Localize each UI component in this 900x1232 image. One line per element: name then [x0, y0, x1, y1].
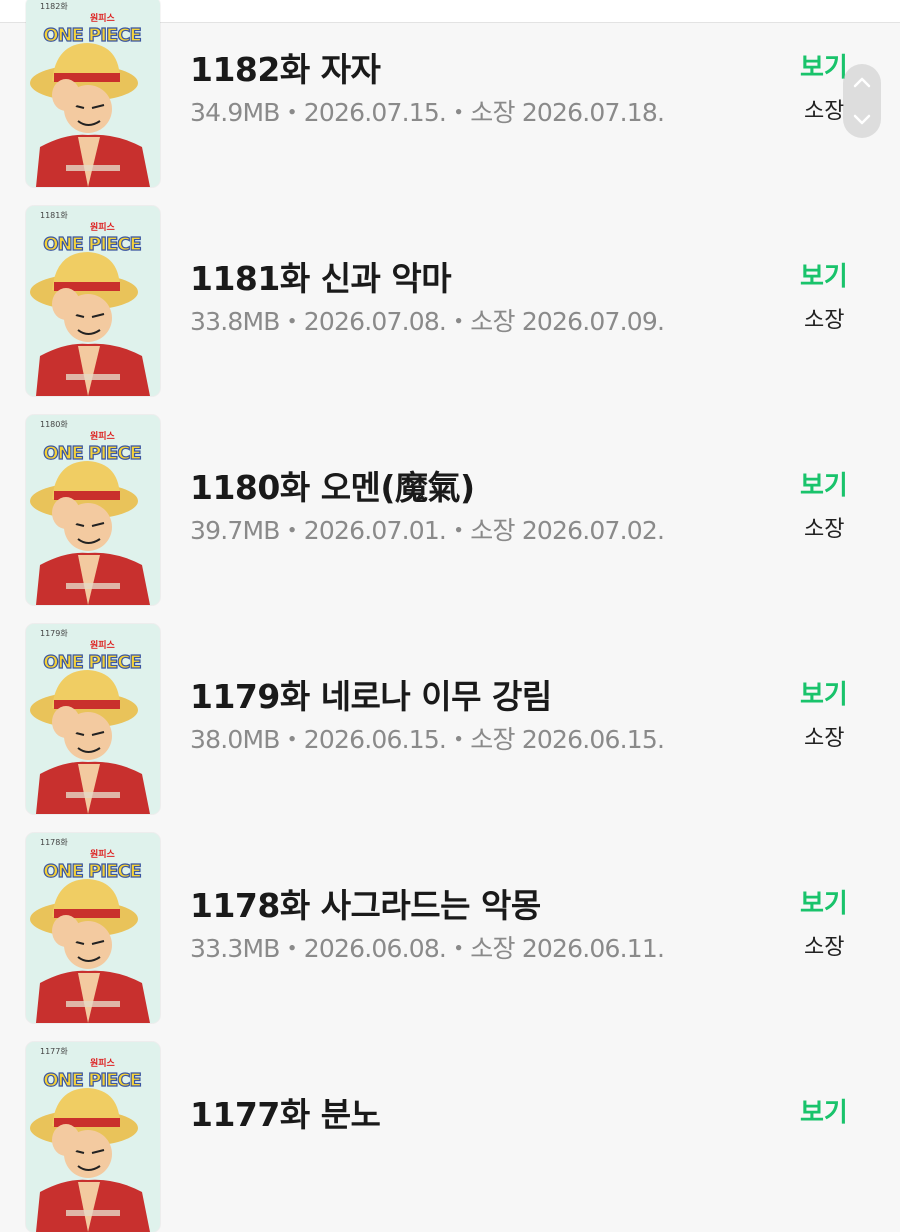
episode-cover-image[interactable]: 1181화 원피스 ONE PIECE — [26, 206, 160, 396]
cover-episode-number: 1179화 — [40, 629, 68, 638]
cover-series-small: 원피스 — [90, 430, 116, 442]
cover-logo: ONE PIECE — [43, 25, 141, 46]
cover-logo: ONE PIECE — [43, 234, 141, 255]
episode-cover-image[interactable]: 1179화 원피스 ONE PIECE — [26, 624, 160, 814]
view-button[interactable]: 보기 — [800, 47, 848, 84]
view-button[interactable]: 보기 — [800, 465, 848, 502]
cover-series-small: 원피스 — [90, 1057, 116, 1069]
episode-row[interactable]: 1178화 원피스 ONE PIECE 1178화 사그라드는 악몽 33.3M… — [0, 833, 900, 1023]
view-button[interactable]: 보기 — [800, 1092, 848, 1129]
cover-episode-number: 1178화 — [40, 838, 68, 847]
episode-meta: 34.9MB・2026.07.15.・소장 2026.07.18. — [190, 98, 665, 127]
cover-logo: ONE PIECE — [43, 652, 141, 673]
owned-label: 소장 — [804, 726, 845, 751]
episode-title: 1182화 자자 — [190, 50, 381, 89]
episode-cover-image[interactable]: 1178화 원피스 ONE PIECE — [26, 833, 160, 1023]
cover-logo: ONE PIECE — [43, 1070, 141, 1091]
fast-scroll-handle[interactable] — [843, 64, 881, 138]
episode-cover-image[interactable]: 1182화 원피스 ONE PIECE — [26, 0, 160, 187]
owned-label: 소장 — [804, 99, 845, 124]
view-button[interactable]: 보기 — [800, 256, 848, 293]
cover-series-small: 원피스 — [90, 639, 116, 651]
episode-row[interactable]: 1179화 원피스 ONE PIECE 1179화 네로나 이무 강림 38.0… — [0, 624, 900, 814]
episode-row[interactable]: 1182화 원피스 ONE PIECE 1182화 자자 34.9MB・2026… — [0, 0, 900, 187]
episode-cover-image[interactable]: 1180화 원피스 ONE PIECE — [26, 415, 160, 605]
chevron-up-icon — [853, 77, 871, 88]
owned-label: 소장 — [804, 517, 845, 542]
episode-title: 1181화 신과 악마 — [190, 259, 452, 298]
cover-episode-number: 1180화 — [40, 420, 68, 429]
episode-meta: 33.3MB・2026.06.08.・소장 2026.06.11. — [190, 934, 665, 963]
episode-meta: 38.0MB・2026.06.15.・소장 2026.06.15. — [190, 725, 665, 754]
episode-title: 1180화 오멘(魔氣) — [190, 468, 475, 507]
cover-episode-number: 1182화 — [40, 2, 68, 11]
episode-row[interactable]: 1181화 원피스 ONE PIECE 1181화 신과 악마 33.8MB・2… — [0, 206, 900, 396]
episode-row[interactable]: 1180화 원피스 ONE PIECE 1180화 오멘(魔氣) 39.7MB・… — [0, 415, 900, 605]
episode-meta: 33.8MB・2026.07.08.・소장 2026.07.09. — [190, 307, 665, 336]
episode-meta: 39.7MB・2026.07.01.・소장 2026.07.02. — [190, 516, 665, 545]
cover-logo: ONE PIECE — [43, 443, 141, 464]
episode-row[interactable]: 1177화 원피스 ONE PIECE 1177화 분노 보기 — [0, 1042, 900, 1232]
cover-series-small: 원피스 — [90, 221, 116, 233]
view-button[interactable]: 보기 — [800, 674, 848, 711]
cover-episode-number: 1177화 — [40, 1047, 68, 1056]
owned-label: 소장 — [804, 308, 845, 333]
view-button[interactable]: 보기 — [800, 883, 848, 920]
owned-label: 소장 — [804, 935, 845, 960]
cover-logo: ONE PIECE — [43, 861, 141, 882]
cover-series-small: 원피스 — [90, 848, 116, 860]
cover-series-small: 원피스 — [90, 12, 116, 24]
episode-title: 1178화 사그라드는 악몽 — [190, 886, 541, 925]
episode-title: 1177화 분노 — [190, 1095, 381, 1134]
episode-cover-image[interactable]: 1177화 원피스 ONE PIECE — [26, 1042, 160, 1232]
episode-title: 1179화 네로나 이무 강림 — [190, 677, 552, 716]
cover-episode-number: 1181화 — [40, 211, 68, 220]
chevron-down-icon — [853, 114, 871, 125]
